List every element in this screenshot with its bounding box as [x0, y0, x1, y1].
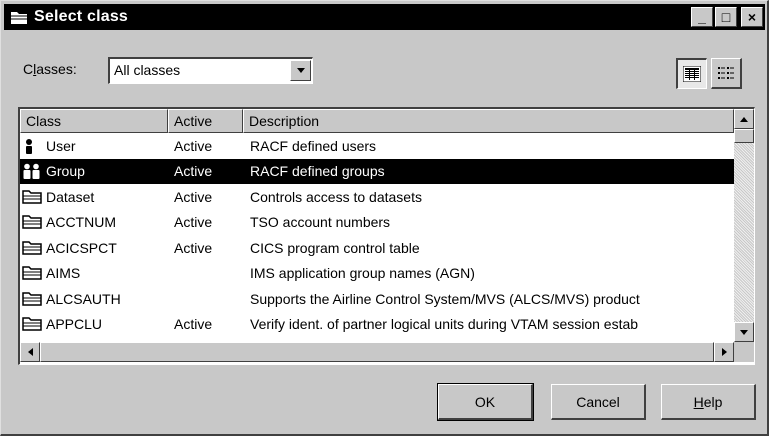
- table-row[interactable]: Group Active RACF defined groups: [20, 158, 734, 184]
- row-class-name: User: [46, 137, 76, 154]
- chevron-down-icon: [296, 67, 305, 73]
- row-class-name: ACCTNUM: [46, 214, 116, 231]
- list-view-button[interactable]: [711, 58, 742, 89]
- row-description-cell: Supports the Airline Control System/MVS …: [250, 290, 640, 307]
- row-class-name: Group: [46, 163, 85, 180]
- row-description-cell: RACF defined users: [250, 137, 377, 154]
- select-class-dialog: Select class _ □ × Classes: All classes: [0, 0, 769, 436]
- vertical-scroll-thumb[interactable]: [734, 129, 754, 143]
- table-row[interactable]: User Active RACF defined users: [20, 133, 734, 159]
- table-row[interactable]: APPCLU Active Verify ident. of partner log…: [20, 312, 734, 338]
- row-class-cell: ACCTNUM: [20, 214, 168, 230]
- ok-button-label: OK: [474, 393, 496, 410]
- row-class-cell: Dataset: [20, 189, 168, 205]
- classes-dropdown[interactable]: All classes: [108, 57, 313, 84]
- classes-dropdown-value: All classes: [114, 62, 181, 78]
- row-class-cell: APPCLU: [20, 316, 168, 332]
- close-icon: ×: [747, 9, 757, 25]
- folder-icon: [10, 9, 28, 25]
- row-description-cell: IMS application group names (AGN): [250, 265, 475, 282]
- row-class-cell: User: [20, 138, 168, 154]
- table-row[interactable]: AIMS IMS application group names (AGN): [20, 261, 734, 287]
- details-view-icon: [683, 66, 701, 82]
- column-header-active[interactable]: Active: [168, 109, 243, 133]
- row-description-cell: TSO account numbers: [250, 214, 391, 231]
- row-active-cell: Active: [174, 137, 213, 154]
- scroll-left-button[interactable]: [20, 342, 40, 362]
- column-header-description[interactable]: Description: [243, 109, 734, 133]
- maximize-icon: □: [721, 9, 731, 25]
- row-class-name: AIMS: [46, 265, 81, 282]
- folder-icon: [22, 265, 44, 281]
- column-header-class[interactable]: Class: [20, 109, 168, 133]
- row-class-cell: Group: [20, 163, 168, 180]
- horizontal-scrollbar[interactable]: [20, 342, 734, 362]
- table-row[interactable]: ALCSAUTH Supports the Airline Control Sys…: [20, 286, 734, 312]
- scroll-right-button[interactable]: [714, 342, 734, 362]
- group-icon: [22, 163, 44, 180]
- dropdown-arrow-button[interactable]: [290, 60, 311, 81]
- scrollbar-corner: [734, 342, 754, 362]
- ok-button[interactable]: OK: [437, 383, 534, 421]
- cancel-button[interactable]: Cancel: [551, 384, 646, 420]
- row-active-cell: Active: [174, 214, 213, 231]
- folder-icon: [22, 189, 44, 205]
- close-button[interactable]: ×: [741, 7, 763, 27]
- details-view-button[interactable]: [676, 58, 707, 89]
- help-button[interactable]: Help: [661, 384, 756, 420]
- classes-label: Classes:: [23, 61, 77, 77]
- folder-icon: [22, 316, 44, 332]
- row-class-name: ACICSPCT: [46, 239, 117, 256]
- row-active-cell: Active: [174, 188, 213, 205]
- table-row[interactable]: Dataset Active Controls access to datasets: [20, 184, 734, 210]
- folder-icon: [22, 214, 44, 230]
- cancel-button-label: Cancel: [576, 393, 620, 410]
- list-header: Class Active Description: [20, 109, 734, 133]
- row-description-cell: Verify ident. of partner logical units d…: [250, 316, 639, 333]
- row-class-name: APPCLU: [46, 316, 103, 333]
- row-class-name: ALCSAUTH: [46, 290, 121, 307]
- table-row[interactable]: ACICSPCT Active CICS program control table: [20, 235, 734, 261]
- row-class-name: Dataset: [46, 188, 95, 205]
- vertical-scrollbar[interactable]: [734, 109, 754, 342]
- row-active-cell: Active: [174, 316, 213, 333]
- scroll-up-button[interactable]: [734, 109, 754, 129]
- arrow-right-icon: [721, 348, 727, 356]
- user-icon: [22, 138, 44, 154]
- row-class-cell: AIMS: [20, 265, 168, 281]
- scroll-down-button[interactable]: [734, 322, 754, 342]
- arrow-left-icon: [27, 348, 33, 356]
- minimize-icon: _: [698, 9, 706, 25]
- window-title: Select class: [34, 8, 129, 25]
- arrow-up-icon: [740, 116, 748, 122]
- row-active-cell: Active: [174, 163, 213, 180]
- class-list[interactable]: Class Active Description User Active RACF …: [18, 107, 755, 365]
- row-description-cell: RACF defined groups: [250, 163, 385, 180]
- list-rows: User Active RACF defined users Group Active R…: [20, 133, 734, 337]
- horizontal-scroll-thumb[interactable]: [40, 342, 714, 362]
- row-description-cell: Controls access to datasets: [250, 188, 422, 205]
- row-class-cell: ALCSAUTH: [20, 291, 168, 307]
- maximize-button[interactable]: □: [715, 7, 737, 27]
- arrow-down-icon: [740, 329, 748, 335]
- minimize-button[interactable]: _: [691, 7, 713, 27]
- row-description-cell: CICS program control table: [250, 239, 420, 256]
- title-bar[interactable]: Select class _ □ ×: [4, 4, 765, 30]
- help-button-label: Help: [693, 393, 723, 410]
- row-active-cell: Active: [174, 239, 213, 256]
- folder-icon: [22, 291, 44, 307]
- list-view-icon: [718, 67, 734, 79]
- folder-icon: [22, 240, 44, 256]
- table-row[interactable]: ACCTNUM Active TSO account numbers: [20, 210, 734, 236]
- row-class-cell: ACICSPCT: [20, 240, 168, 256]
